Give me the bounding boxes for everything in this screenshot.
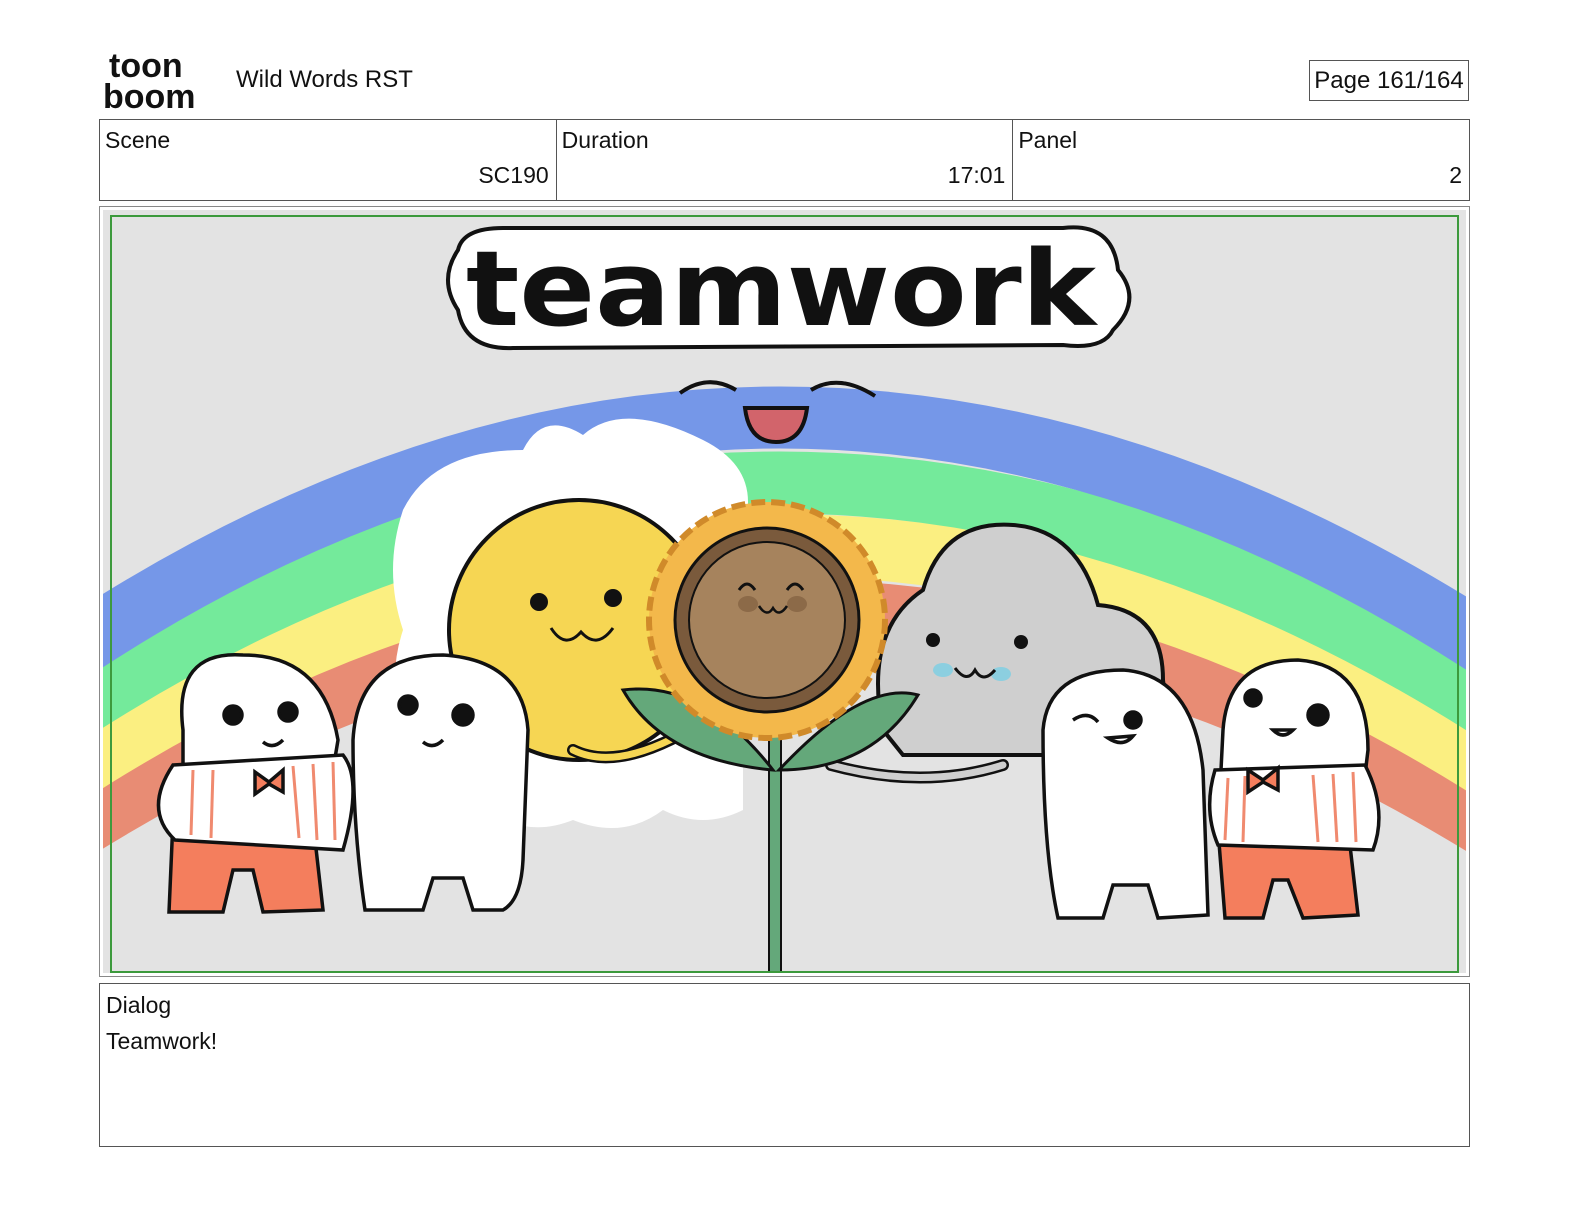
panel-illustration: teamwork	[103, 210, 1466, 973]
toon-boom-logo: toon boom	[103, 50, 196, 112]
panel-cell: Panel 2	[1013, 120, 1469, 200]
left-kid-left-eye	[222, 704, 244, 726]
left-blob-kid-left-eye	[397, 694, 419, 716]
page-indicator: Page 161/164	[1309, 60, 1469, 101]
left-kid-shirt	[156, 753, 355, 852]
scene-cell: Scene SC190	[100, 120, 557, 200]
left-blob-kid-right-eye	[451, 703, 475, 727]
cloud-right-cheek	[991, 667, 1011, 681]
right-blob-kid-body	[1041, 668, 1210, 920]
dialog-section: Dialog Teamwork!	[99, 983, 1470, 1147]
dialog-text: Teamwork!	[106, 1028, 218, 1054]
cloud-left-eye	[926, 633, 940, 647]
panel-info-table: Scene SC190 Duration 17:01 Panel 2	[99, 119, 1470, 201]
right-blob-kid-character	[1041, 668, 1210, 920]
dialog-label: Dialog	[106, 992, 172, 1018]
title-text: teamwork	[466, 228, 1099, 350]
right-kid-mouth	[1268, 728, 1298, 737]
sun-right-eye	[604, 589, 622, 607]
logo-line-boom: boom	[103, 78, 196, 112]
right-kid-right-eye	[1306, 703, 1330, 727]
project-title: Wild Words RST	[236, 66, 413, 93]
cloud-left-cheek	[933, 663, 953, 677]
left-blob-kid-body	[351, 653, 530, 912]
cloud-right-eye	[1014, 635, 1028, 649]
left-kid-right-eye	[277, 701, 299, 723]
sunflower-center	[688, 541, 846, 699]
panel-label: Panel	[1018, 127, 1078, 153]
panel-value: 2	[1449, 162, 1463, 188]
right-kid-head	[1219, 658, 1370, 781]
right-blob-kid-mouth	[1102, 733, 1138, 745]
right-kid-left-eye	[1243, 688, 1263, 708]
left-blob-kid-character	[351, 653, 530, 912]
right-kid-character	[1207, 658, 1381, 920]
sunflower-right-cheek	[787, 596, 807, 612]
duration-label: Duration	[561, 127, 649, 153]
scene-label: Scene	[105, 127, 171, 153]
sunflower-left-cheek	[738, 596, 758, 612]
scene-value: SC190	[478, 162, 549, 188]
duration-cell: Duration 17:01	[557, 120, 1014, 200]
storyboard-panel: teamwork	[99, 206, 1470, 977]
sun-left-eye	[530, 593, 548, 611]
duration-value: 17:01	[947, 162, 1006, 188]
right-blob-kid-right-eye	[1123, 710, 1143, 730]
